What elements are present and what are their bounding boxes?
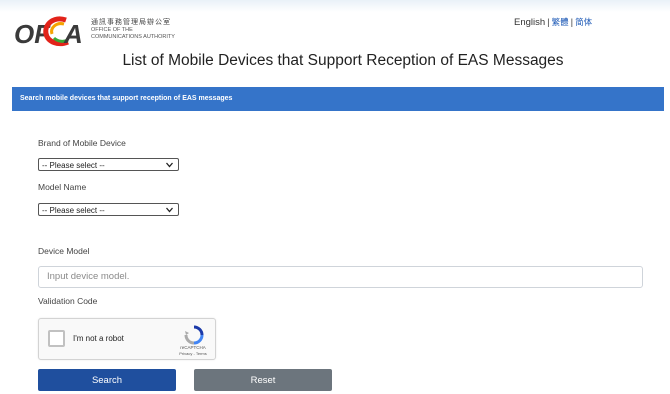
model-name-select[interactable]: -- Please select -- — [38, 203, 179, 216]
ofca-logo[interactable]: OF A — [14, 14, 94, 48]
search-button[interactable]: Search — [38, 369, 176, 391]
brand-select[interactable]: -- Please select -- — [38, 158, 179, 171]
recaptcha-widget: I'm not a robot reCAPTCHA Privacy - Term… — [38, 318, 216, 360]
org-name-en: OFFICE OF THE COMMUNICATIONS AUTHORITY — [91, 27, 191, 40]
brand-select-value: -- Please select -- — [42, 161, 105, 170]
recaptcha-checkbox[interactable] — [48, 330, 65, 347]
model-name-select-value: -- Please select -- — [42, 206, 105, 215]
device-model-input[interactable]: Input device model. — [38, 266, 643, 288]
language-switcher: English | 繁體 | 简体 — [514, 16, 592, 28]
model-name-label: Model Name — [38, 182, 87, 192]
svg-text:A: A — [63, 19, 83, 48]
device-model-placeholder: Input device model. — [47, 271, 130, 282]
header-band — [0, 0, 670, 12]
recaptcha-label: I'm not a robot — [73, 334, 124, 343]
chevron-down-icon — [166, 162, 173, 168]
chevron-down-icon — [166, 207, 173, 213]
org-name-en-line2: COMMUNICATIONS AUTHORITY — [91, 33, 175, 40]
lang-simplified-link[interactable]: 简体 — [575, 18, 592, 28]
recaptcha-privacy-terms[interactable]: Privacy - Terms — [171, 351, 215, 356]
recaptcha-icon — [184, 325, 204, 345]
org-name-zh: 通訊事務管理局辦公室 — [91, 18, 171, 26]
page-title: List of Mobile Devices that Support Rece… — [122, 52, 564, 69]
validation-code-label: Validation Code — [38, 296, 98, 306]
reset-button[interactable]: Reset — [194, 369, 332, 391]
lang-separator: | — [570, 17, 574, 28]
brand-label: Brand of Mobile Device — [38, 138, 126, 148]
lang-traditional-link[interactable]: 繁體 — [552, 18, 569, 28]
lang-separator: | — [547, 17, 550, 28]
search-panel-heading: Search mobile devices that support recep… — [12, 87, 664, 111]
recaptcha-brand: reCAPTCHA — [180, 345, 206, 350]
lang-english-link[interactable]: English — [514, 17, 545, 28]
device-model-label: Device Model — [38, 246, 90, 256]
